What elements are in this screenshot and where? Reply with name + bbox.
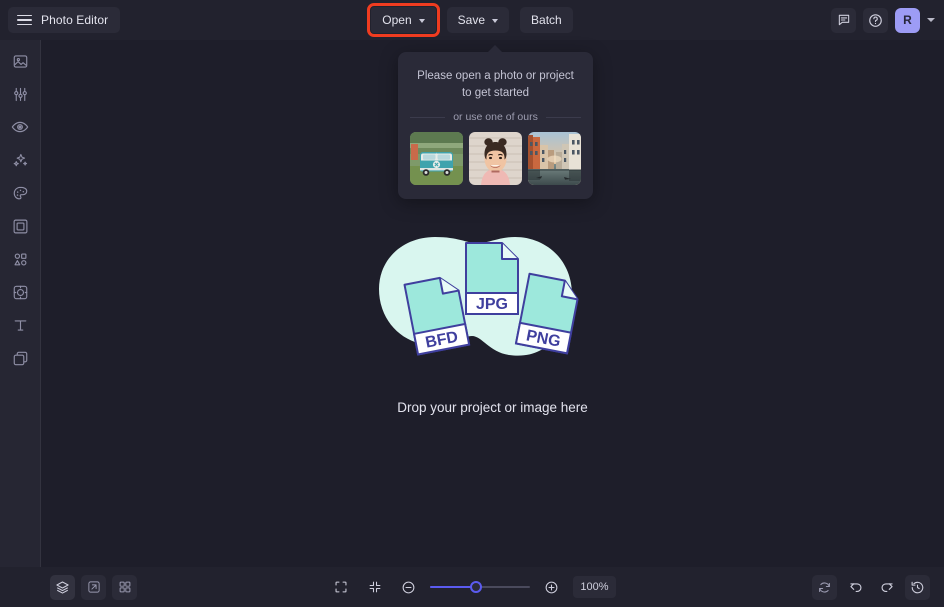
save-button-label: Save [457, 13, 486, 27]
divider-line-left [410, 116, 446, 118]
sidebar-item-elements[interactable] [7, 248, 33, 270]
header-actions: Open Save Batch [0, 0, 944, 40]
footer-bar: 100% [0, 567, 944, 607]
help-icon[interactable] [863, 7, 888, 33]
file-formats-illustration: BFD JPG PNG [378, 237, 579, 356]
open-button[interactable]: Open [367, 3, 440, 37]
popup-tail [487, 45, 503, 53]
thumbnail-portrait[interactable] [469, 132, 522, 186]
sidebar-item-retouch[interactable] [7, 116, 33, 138]
sidebar-item-color[interactable] [7, 182, 33, 204]
undo-icon[interactable] [843, 575, 868, 600]
divider-line-right [545, 116, 582, 118]
zoom-controls: 100% [0, 575, 944, 600]
footer-right-group [812, 574, 930, 600]
chevron-down-icon [492, 18, 499, 23]
fit-content-icon[interactable] [362, 575, 387, 600]
thumbnail-canal[interactable] [528, 132, 581, 186]
redo-icon[interactable] [874, 575, 899, 600]
batch-button[interactable]: Batch [520, 7, 573, 33]
zoom-in-button[interactable] [539, 575, 564, 600]
sidebar-item-frames[interactable] [7, 215, 33, 237]
popup-divider-text: or use one of ours [453, 111, 538, 124]
avatar[interactable]: R [895, 7, 920, 33]
thumbnail-vw-bus[interactable] [410, 132, 463, 186]
sidebar-item-image[interactable] [7, 50, 33, 72]
chevron-down-icon [418, 18, 425, 23]
file-label-bfd: BFD [424, 329, 460, 352]
blob-shape [378, 237, 572, 356]
feedback-icon[interactable] [831, 7, 856, 33]
file-card-jpg: JPG [464, 242, 519, 315]
file-card-png: PNG [514, 272, 579, 355]
hamburger-icon [17, 14, 32, 26]
popup-title: Please open a photo or project to get st… [417, 70, 574, 99]
editor-canvas[interactable]: BFD JPG PNG Drop your project or image h… [41, 40, 944, 567]
reset-icon[interactable] [812, 574, 837, 600]
file-card-bfd: BFD [403, 276, 470, 356]
sidebar-item-effects[interactable] [7, 149, 33, 171]
save-button[interactable]: Save [446, 7, 510, 33]
sidebar-item-stickers[interactable] [7, 281, 33, 303]
zoom-out-button[interactable] [396, 575, 421, 600]
zoom-level-label[interactable]: 100% [573, 576, 616, 598]
sidebar-item-overlays[interactable] [7, 347, 33, 369]
zoom-slider[interactable] [430, 580, 531, 594]
history-icon[interactable] [905, 574, 930, 600]
slider-knob[interactable] [470, 581, 483, 593]
file-label-png: PNG [524, 327, 561, 350]
sidebar-item-text[interactable] [7, 314, 33, 336]
sample-thumbnails [410, 132, 581, 186]
batch-button-label: Batch [531, 13, 562, 27]
dropzone-text: Drop your project or image here [397, 400, 588, 415]
photo-editor-app: Photo Editor Open Save Batch R BFD JPG P… [0, 0, 944, 607]
header-bar: Photo Editor Open Save Batch R [0, 0, 944, 40]
open-photo-popup: Please open a photo or project to get st… [398, 45, 593, 200]
header-right-group: R [831, 0, 935, 40]
popup-divider: or use one of ours [410, 111, 582, 124]
app-title: Photo Editor [41, 13, 109, 27]
account-chevron-down-icon[interactable] [927, 18, 935, 22]
open-button-label: Open [382, 13, 412, 27]
file-label-jpg: JPG [475, 296, 507, 313]
fit-screen-icon[interactable] [328, 575, 353, 600]
sidebar-item-adjust[interactable] [7, 83, 33, 105]
tools-sidebar [0, 40, 41, 567]
app-menu-button[interactable]: Photo Editor [8, 7, 121, 33]
